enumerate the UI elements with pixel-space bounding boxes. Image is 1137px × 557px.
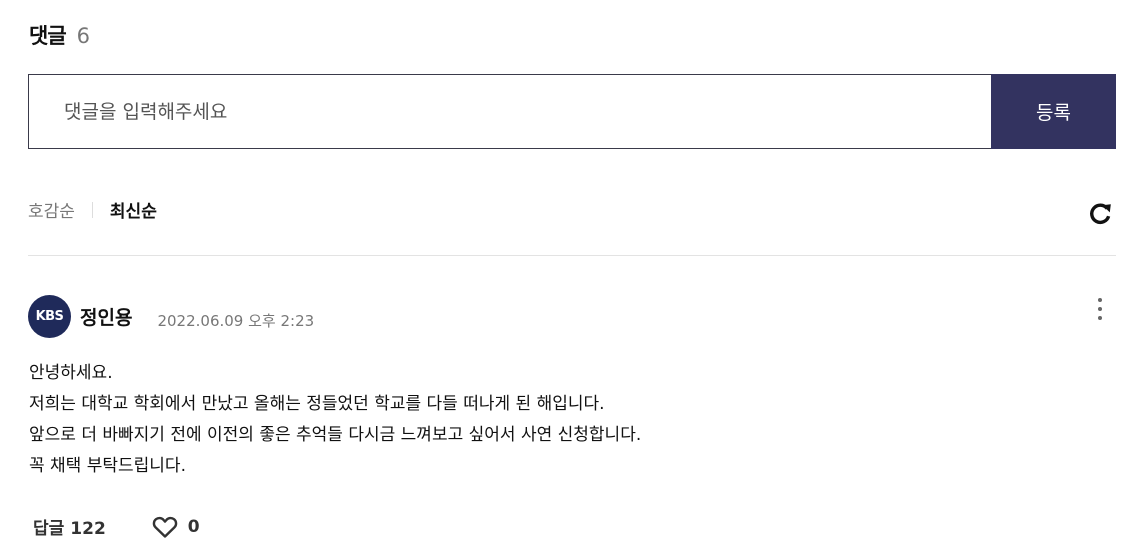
comment-line: 저희는 대학교 학회에서 만났고 올해는 정들었던 학교를 다들 떠나게 된 해… [29, 394, 605, 414]
avatar-text: KBS [35, 309, 64, 324]
comment-input-box[interactable] [28, 74, 991, 149]
comment-date: 2022.06.09 오후 2:23 [157, 312, 315, 330]
comment-author-row: KBS 정인용 2022.06.09 오후 2:23 [28, 295, 314, 338]
comments-title: 댓글 [29, 24, 67, 48]
comment-line: 앞으로 더 바빠지기 전에 이전의 좋은 추억들 다시금 느껴보고 싶어서 사연… [29, 425, 642, 445]
comment-actions: 답글 122 0 [33, 514, 200, 539]
like-button[interactable]: 0 [152, 515, 200, 539]
comments-header: 댓글 6 [29, 20, 90, 50]
comment-input[interactable] [62, 99, 991, 124]
comment-body: 안녕하세요. 저희는 대학교 학회에서 만났고 올해는 정들었던 학교를 다들 … [29, 358, 641, 482]
submit-button[interactable]: 등록 [991, 74, 1116, 149]
comment-form: 등록 [28, 74, 1116, 149]
comment-line: 꼭 채택 부탁드립니다. [29, 456, 186, 476]
reply-label: 답글 [33, 519, 65, 539]
author-name: 정인용 [80, 307, 133, 329]
sort-divider [91, 201, 93, 218]
reply-button[interactable]: 답글 122 [33, 514, 106, 539]
divider [28, 255, 1116, 256]
avatar: KBS [28, 295, 71, 338]
sort-options: 호감순 최신순 [28, 197, 157, 222]
comments-count: 6 [76, 24, 91, 48]
sort-latest[interactable]: 최신순 [110, 197, 157, 222]
heart-icon [152, 516, 178, 538]
refresh-icon[interactable] [1087, 201, 1113, 227]
reply-count: 122 [70, 519, 106, 539]
more-vertical-icon[interactable] [1090, 296, 1110, 322]
like-count: 0 [187, 516, 200, 537]
comment-line: 안녕하세요. [29, 363, 113, 383]
sort-popular[interactable]: 호감순 [28, 197, 75, 222]
